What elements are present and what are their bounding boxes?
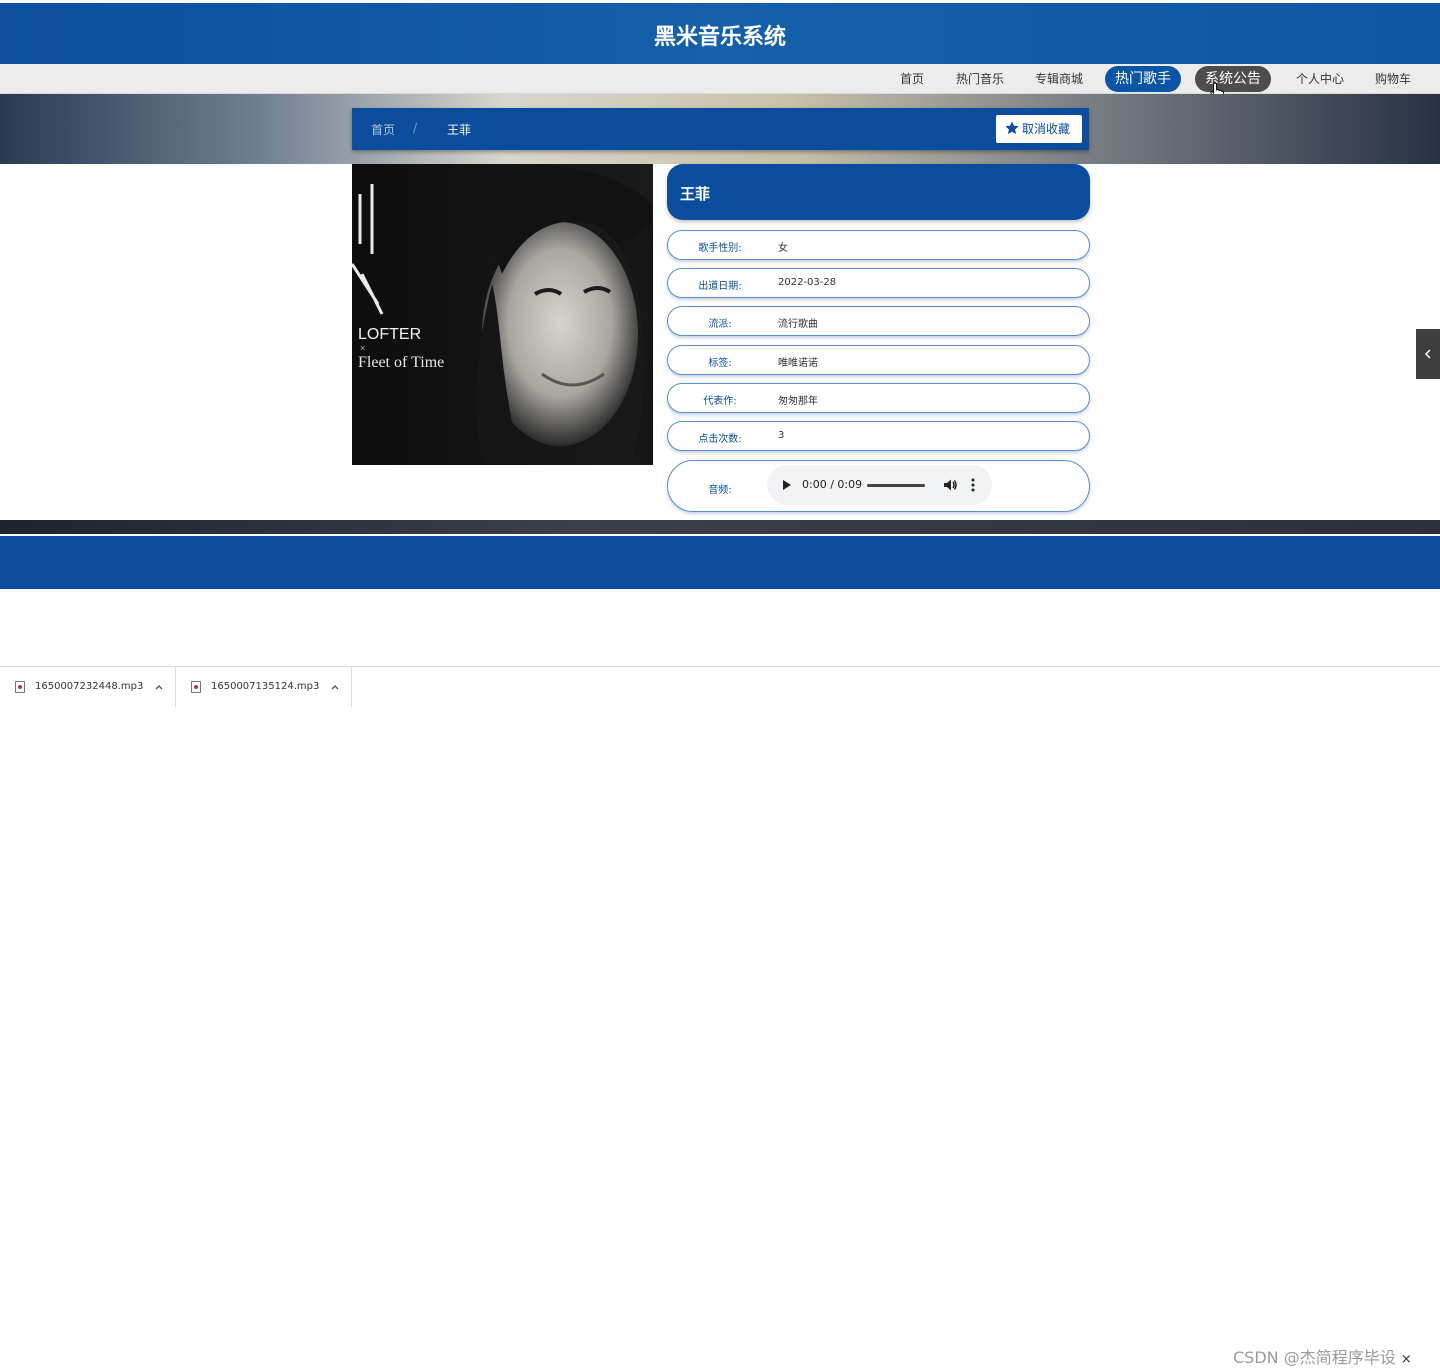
volume-icon[interactable] bbox=[942, 477, 958, 493]
site-title: 黑米音乐系统 bbox=[653, 25, 786, 50]
audio-file-icon bbox=[191, 681, 201, 693]
chevron-up-icon[interactable] bbox=[154, 682, 164, 692]
breadcrumb: 首页 / 王菲 取消收藏 bbox=[352, 108, 1089, 150]
breadcrumb-current: 王菲 bbox=[447, 123, 472, 137]
detail-label: 流派: bbox=[708, 319, 732, 330]
audio-time: 0:00 / 0:09 bbox=[802, 478, 863, 491]
nav-item-hot-music[interactable]: 热门音乐 bbox=[950, 66, 1010, 92]
detail-value: 匆匆那年 bbox=[778, 396, 818, 407]
detail-label: 出道日期: bbox=[698, 281, 742, 292]
artist-name-card: 王菲 bbox=[667, 164, 1090, 220]
artist-portrait-image: LOFTER × Fleet of Time bbox=[352, 164, 653, 465]
detail-value: 3 bbox=[778, 430, 785, 441]
watermark-text: CSDN @杰简程序毕设 × bbox=[1233, 1344, 1412, 1368]
detail-row-genre: 流派: 流行歌曲 bbox=[667, 306, 1090, 336]
nav-item-personal-center[interactable]: 个人中心 bbox=[1290, 66, 1350, 92]
audio-label: 音频: bbox=[708, 485, 732, 496]
breadcrumb-home[interactable]: 首页 bbox=[371, 121, 395, 138]
play-icon[interactable] bbox=[783, 480, 791, 490]
top-header: 黑米音乐系统 bbox=[0, 0, 1440, 64]
footer-band bbox=[0, 536, 1440, 589]
breadcrumb-separator: / bbox=[413, 121, 418, 135]
photo-x-text: × bbox=[360, 343, 365, 353]
chevron-up-icon[interactable] bbox=[330, 682, 340, 692]
audio-file-icon bbox=[15, 681, 25, 693]
audio-player[interactable]: 0:00 / 0:09 bbox=[767, 465, 992, 505]
nav-item-cart[interactable]: 购物车 bbox=[1370, 66, 1416, 92]
chevron-left-icon bbox=[1424, 349, 1431, 359]
photo-caption-text: Fleet of Time bbox=[358, 354, 444, 371]
detail-label: 歌手性别: bbox=[698, 243, 742, 254]
download-filename: 1650007135124.mp3 bbox=[211, 681, 320, 692]
detail-row-click-count: 点击次数: 3 bbox=[667, 421, 1090, 451]
star-icon bbox=[1005, 121, 1019, 135]
photo-brand-text: LOFTER bbox=[358, 326, 421, 343]
watermark-label: CSDN @杰简程序毕设 bbox=[1233, 1348, 1396, 1367]
nav-item-album-store[interactable]: 专辑商城 bbox=[1029, 66, 1089, 92]
detail-label: 标签: bbox=[708, 358, 732, 369]
side-panel-toggle[interactable] bbox=[1416, 329, 1440, 379]
download-item[interactable]: 1650007135124.mp3 bbox=[176, 667, 352, 707]
audio-progress-track[interactable] bbox=[867, 484, 925, 487]
close-downloads-icon[interactable]: × bbox=[1401, 1352, 1412, 1367]
unfavorite-label: 取消收藏 bbox=[1022, 122, 1071, 136]
downloads-bar: 1650007232448.mp3 1650007135124.mp3 CSDN… bbox=[0, 666, 1440, 1367]
detail-row-gender: 歌手性别: 女 bbox=[667, 230, 1090, 260]
detail-value: 女 bbox=[778, 243, 788, 254]
nav-item-home[interactable]: 首页 bbox=[892, 66, 932, 92]
detail-value: 唯唯诺诺 bbox=[778, 358, 818, 369]
detail-label: 代表作: bbox=[703, 396, 737, 407]
nav-item-hot-singers[interactable]: 热门歌手 bbox=[1105, 66, 1181, 92]
detail-value: 流行歌曲 bbox=[778, 319, 818, 330]
detail-row-debut-date: 出道日期: 2022-03-28 bbox=[667, 268, 1090, 298]
more-options-icon[interactable] bbox=[971, 478, 975, 492]
detail-row-tags: 标签: 唯唯诺诺 bbox=[667, 345, 1090, 375]
main-nav: 首页 热门音乐 专辑商城 热门歌手 系统公告 个人中心 购物车 bbox=[0, 64, 1440, 94]
hero-banner-bottom bbox=[0, 520, 1440, 534]
audio-row: 音频: 0:00 / 0:09 bbox=[667, 460, 1090, 512]
artist-name: 王菲 bbox=[680, 185, 711, 203]
detail-label: 点击次数: bbox=[698, 434, 742, 445]
nav-item-announcements[interactable]: 系统公告 bbox=[1195, 66, 1271, 92]
download-filename: 1650007232448.mp3 bbox=[35, 681, 144, 692]
artist-photo: LOFTER × Fleet of Time bbox=[352, 164, 653, 465]
unfavorite-button[interactable]: 取消收藏 bbox=[996, 115, 1082, 143]
detail-row-representative-work: 代表作: 匆匆那年 bbox=[667, 383, 1090, 413]
download-item[interactable]: 1650007232448.mp3 bbox=[0, 667, 176, 707]
detail-value: 2022-03-28 bbox=[778, 277, 837, 288]
